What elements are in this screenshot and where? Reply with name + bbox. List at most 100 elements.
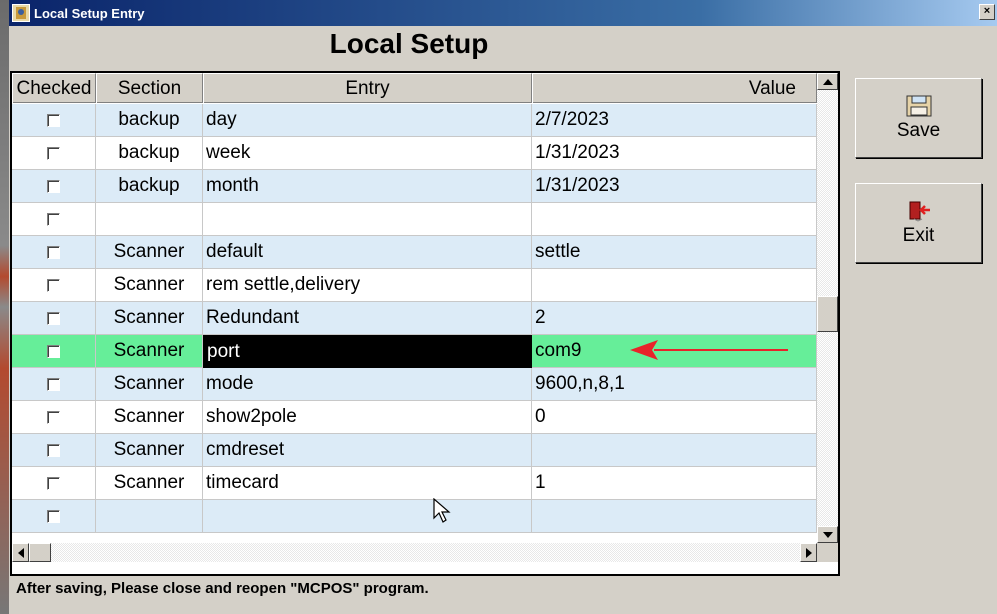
exit-button[interactable]: Exit — [855, 183, 982, 263]
column-header-entry[interactable]: Entry — [203, 73, 532, 103]
entry-cell[interactable]: default — [203, 236, 532, 269]
entry-cell[interactable]: week — [203, 137, 532, 170]
row-checkbox[interactable] — [47, 147, 60, 160]
column-header-checked[interactable]: Checked — [12, 73, 96, 103]
horizontal-scroll-thumb[interactable] — [29, 543, 51, 562]
vertical-scroll-thumb[interactable] — [817, 296, 838, 332]
entry-cell[interactable]: month — [203, 170, 532, 203]
window-title: Local Setup Entry — [34, 5, 145, 21]
section-cell[interactable]: backup — [96, 170, 203, 203]
value-cell[interactable] — [532, 203, 817, 236]
entry-cell[interactable] — [203, 203, 532, 236]
window-titlebar[interactable]: Local Setup Entry × — [9, 0, 997, 26]
exit-label: Exit — [902, 225, 935, 246]
table-row[interactable]: Scanner show2pole 0 — [12, 401, 817, 434]
section-cell[interactable]: Scanner — [96, 368, 203, 401]
table-row[interactable]: Scanner port com9 — [12, 335, 817, 368]
entry-cell[interactable]: show2pole — [203, 401, 532, 434]
value-cell[interactable]: 0 — [532, 401, 817, 434]
row-checkbox[interactable] — [47, 213, 60, 226]
column-header-section[interactable]: Section — [96, 73, 203, 103]
checked-cell[interactable] — [12, 269, 96, 302]
table-row[interactable]: backup month 1/31/2023 — [12, 170, 817, 203]
row-checkbox[interactable] — [47, 246, 60, 259]
scroll-right-button[interactable] — [800, 543, 817, 562]
value-cell[interactable]: 1/31/2023 — [532, 137, 817, 170]
value-cell[interactable] — [532, 269, 817, 302]
checked-cell[interactable] — [12, 236, 96, 269]
section-cell[interactable]: Scanner — [96, 302, 203, 335]
scroll-up-button[interactable] — [817, 73, 838, 90]
section-cell[interactable] — [96, 203, 203, 236]
value-cell[interactable]: 2/7/2023 — [532, 104, 817, 137]
save-button[interactable]: Save — [855, 78, 982, 158]
entry-cell[interactable]: rem settle,delivery — [203, 269, 532, 302]
table-row[interactable]: Scanner Redundant 2 — [12, 302, 817, 335]
row-checkbox[interactable] — [47, 411, 60, 424]
entry-cell[interactable]: mode — [203, 368, 532, 401]
section-cell[interactable]: Scanner — [96, 401, 203, 434]
row-checkbox[interactable] — [47, 312, 60, 325]
section-cell[interactable]: Scanner — [96, 467, 203, 500]
checked-cell[interactable] — [12, 368, 96, 401]
checked-cell[interactable] — [12, 302, 96, 335]
section-cell[interactable]: Scanner — [96, 236, 203, 269]
column-header-value[interactable]: Value — [532, 73, 817, 103]
table-row[interactable]: Scanner cmdreset — [12, 434, 817, 467]
row-checkbox[interactable] — [47, 378, 60, 391]
table-row[interactable]: backup day 2/7/2023 — [12, 104, 817, 137]
entry-cell[interactable]: day — [203, 104, 532, 137]
arrow-down-icon — [822, 531, 833, 538]
value-cell[interactable]: settle — [532, 236, 817, 269]
checked-cell[interactable] — [12, 434, 96, 467]
checked-cell[interactable] — [12, 335, 96, 368]
section-cell[interactable]: backup — [96, 104, 203, 137]
checked-cell[interactable] — [12, 401, 96, 434]
section-cell[interactable]: backup — [96, 137, 203, 170]
row-checkbox[interactable] — [47, 444, 60, 457]
table-row[interactable]: Scanner timecard 1 — [12, 467, 817, 500]
value-cell[interactable]: 1 — [532, 467, 817, 500]
section-cell[interactable]: Scanner — [96, 434, 203, 467]
arrow-right-icon — [805, 547, 812, 558]
row-checkbox[interactable] — [47, 345, 60, 358]
section-cell[interactable] — [96, 500, 203, 533]
entry-cell[interactable]: port — [203, 335, 532, 368]
entry-cell[interactable]: cmdreset — [203, 434, 532, 467]
checked-cell[interactable] — [12, 467, 96, 500]
section-cell[interactable]: Scanner — [96, 269, 203, 302]
value-cell[interactable] — [532, 434, 817, 467]
row-checkbox[interactable] — [47, 114, 60, 127]
entry-cell[interactable] — [203, 500, 532, 533]
close-button[interactable]: × — [979, 4, 995, 20]
row-checkbox[interactable] — [47, 279, 60, 292]
checked-cell[interactable] — [12, 170, 96, 203]
section-cell[interactable]: Scanner — [96, 335, 203, 368]
table-row[interactable]: backup week 1/31/2023 — [12, 137, 817, 170]
checked-cell[interactable] — [12, 203, 96, 236]
table-row[interactable] — [12, 203, 817, 236]
table-row[interactable]: Scanner default settle — [12, 236, 817, 269]
checked-cell[interactable] — [12, 104, 96, 137]
entry-cell[interactable]: Redundant — [203, 302, 532, 335]
scrollbar-corner — [817, 543, 838, 562]
scroll-down-button[interactable] — [817, 526, 838, 543]
value-cell[interactable] — [532, 500, 817, 533]
table-row[interactable]: Scanner mode 9600,n,8,1 — [12, 368, 817, 401]
table-row[interactable]: Scanner rem settle,delivery — [12, 269, 817, 302]
row-checkbox[interactable] — [47, 510, 60, 523]
value-cell[interactable]: 9600,n,8,1 — [532, 368, 817, 401]
checked-cell[interactable] — [12, 500, 96, 533]
entry-cell[interactable]: timecard — [203, 467, 532, 500]
checked-cell[interactable] — [12, 137, 96, 170]
value-cell[interactable]: com9 — [532, 335, 817, 368]
value-cell[interactable]: 1/31/2023 — [532, 170, 817, 203]
vertical-scrollbar[interactable] — [817, 73, 838, 543]
horizontal-scrollbar[interactable] — [12, 543, 817, 562]
setup-grid[interactable]: Checked Section Entry Value backup day 2/7… — [10, 71, 840, 576]
row-checkbox[interactable] — [47, 477, 60, 490]
row-checkbox[interactable] — [47, 180, 60, 193]
value-cell[interactable]: 2 — [532, 302, 817, 335]
scroll-left-button[interactable] — [12, 543, 29, 562]
table-row[interactable] — [12, 500, 817, 533]
